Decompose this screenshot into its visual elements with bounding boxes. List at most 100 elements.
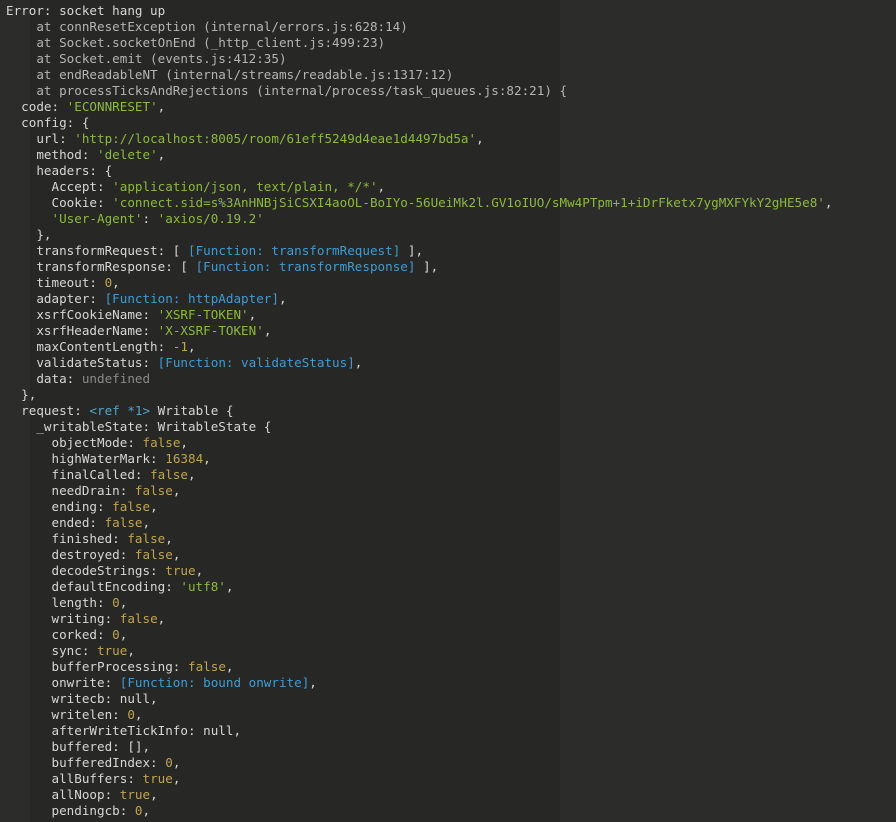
token: [Function: bound onwrite] bbox=[119, 675, 310, 690]
output-line: at processTicksAndRejections (internal/p… bbox=[6, 83, 896, 99]
output-line: ended: false, bbox=[6, 515, 896, 531]
token: , bbox=[172, 483, 181, 498]
output-line: at Socket.socketOnEnd (_http_client.js:4… bbox=[6, 35, 896, 51]
token: [Function: httpAdapter] bbox=[104, 291, 279, 306]
output-line: transformRequest: [ [Function: transform… bbox=[6, 243, 896, 259]
output-line: bufferProcessing: false, bbox=[6, 659, 896, 675]
token: , bbox=[278, 291, 287, 306]
token: }, bbox=[6, 227, 52, 242]
token: at Socket.emit (events.js:412:35) bbox=[6, 51, 287, 66]
output-line: xsrfHeaderName: 'X-XSRF-TOKEN', bbox=[6, 323, 896, 339]
token: pendingcb: bbox=[6, 803, 135, 818]
token: , bbox=[476, 131, 484, 146]
token: code: bbox=[6, 99, 67, 114]
token: , bbox=[248, 307, 257, 322]
token: true bbox=[97, 643, 128, 658]
token: , bbox=[157, 99, 166, 114]
token: , bbox=[180, 435, 188, 450]
token: , bbox=[263, 323, 272, 338]
output-line: Accept: 'application/json, text/plain, *… bbox=[6, 179, 896, 195]
output-line: at connResetException (internal/errors.j… bbox=[6, 19, 896, 35]
token: afterWriteTickInfo: null, bbox=[6, 723, 242, 738]
output-line: adapter: [Function: httpAdapter], bbox=[6, 291, 896, 307]
token: 'http://localhost:8005/room/61eff5249d4e… bbox=[74, 131, 477, 146]
token: , bbox=[377, 179, 386, 194]
token: request: bbox=[6, 403, 90, 418]
token: [Function: transformResponse] bbox=[195, 259, 416, 274]
token: ], bbox=[415, 259, 439, 274]
token: method: bbox=[6, 147, 97, 162]
output-line: length: 0, bbox=[6, 595, 896, 611]
output-line: allNoop: true, bbox=[6, 787, 896, 803]
token: , bbox=[172, 547, 181, 562]
output-line: finished: false, bbox=[6, 531, 896, 547]
output-line: finalCalled: false, bbox=[6, 467, 896, 483]
token: 'X-XSRF-TOKEN' bbox=[157, 323, 264, 338]
token: finalCalled: bbox=[6, 467, 151, 482]
token: xsrfHeaderName: bbox=[6, 323, 158, 338]
token: 'XSRF-TOKEN' bbox=[157, 307, 249, 322]
token: headers: { bbox=[6, 163, 113, 178]
token: false bbox=[119, 611, 158, 626]
token: , bbox=[157, 611, 166, 626]
output-line: ending: false, bbox=[6, 499, 896, 515]
token: true bbox=[165, 563, 196, 578]
token: , bbox=[134, 707, 143, 722]
error-message-line: Error: socket hang up bbox=[6, 3, 896, 19]
token: , bbox=[225, 579, 234, 594]
token: needDrain: bbox=[6, 483, 135, 498]
output-line: writing: false, bbox=[6, 611, 896, 627]
token: defaultEncoding: bbox=[6, 579, 181, 594]
token: , bbox=[142, 803, 151, 818]
token: 16384 bbox=[165, 451, 204, 466]
token: undefined bbox=[81, 371, 151, 386]
output-line: buffered: [], bbox=[6, 739, 896, 755]
token: 0 bbox=[112, 595, 120, 610]
token: buffered: [], bbox=[6, 739, 151, 754]
token: , bbox=[142, 515, 151, 530]
output-line: at Socket.emit (events.js:412:35) bbox=[6, 51, 896, 67]
output-line: corked: 0, bbox=[6, 627, 896, 643]
token: config: { bbox=[6, 115, 90, 130]
token: , bbox=[187, 339, 196, 354]
output-line: highWaterMark: 16384, bbox=[6, 451, 896, 467]
token: Error: socket hang up bbox=[6, 3, 166, 18]
token: at connResetException (internal/errors.j… bbox=[6, 19, 408, 34]
token: 0 bbox=[134, 803, 143, 818]
token: false bbox=[104, 515, 143, 530]
output-line: _writableState: WritableState { bbox=[6, 419, 896, 435]
token: destroyed: bbox=[6, 547, 135, 562]
token: [Function: transformRequest] bbox=[187, 243, 401, 258]
token: validateStatus: bbox=[6, 355, 158, 370]
token: decodeStrings: bbox=[6, 563, 166, 578]
terminal-output[interactable]: Error: socket hang up at connResetExcept… bbox=[0, 0, 896, 822]
token: at processTicksAndRejections (internal/p… bbox=[6, 83, 568, 98]
token: 'ECONNRESET' bbox=[66, 99, 158, 114]
token: 'application/json, text/plain, */*' bbox=[112, 179, 378, 194]
output-line: request: <ref *1> Writable { bbox=[6, 403, 896, 419]
output-line: defaultEncoding: 'utf8', bbox=[6, 579, 896, 595]
token: , bbox=[119, 595, 128, 610]
output-line: bufferedIndex: 0, bbox=[6, 755, 896, 771]
token: , bbox=[824, 195, 833, 210]
output-line: sync: true, bbox=[6, 643, 896, 659]
token: at Socket.socketOnEnd (_http_client.js:4… bbox=[6, 35, 386, 50]
output-line: writelen: 0, bbox=[6, 707, 896, 723]
output-line: afterWriteTickInfo: null, bbox=[6, 723, 896, 739]
token: data: bbox=[6, 371, 82, 386]
token: adapter: bbox=[6, 291, 105, 306]
token: _writableState: WritableState { bbox=[6, 419, 272, 434]
token: false bbox=[134, 547, 173, 562]
output-line: allBuffers: true, bbox=[6, 771, 896, 787]
token: , bbox=[150, 499, 158, 514]
output-line: Cookie: 'connect.sid=s%3AnHNBjSiCSXI4aoO… bbox=[6, 195, 896, 211]
output-line: at endReadableNT (internal/streams/reada… bbox=[6, 67, 896, 83]
token: }, bbox=[6, 387, 37, 402]
output-line: maxContentLength: -1, bbox=[6, 339, 896, 355]
token: , bbox=[172, 755, 181, 770]
token: , bbox=[309, 675, 317, 690]
token: writecb: null, bbox=[6, 691, 158, 706]
token: 'User-Agent' bbox=[51, 211, 143, 226]
token: highWaterMark: bbox=[6, 451, 166, 466]
output-line: url: 'http://localhost:8005/room/61eff52… bbox=[6, 131, 896, 147]
